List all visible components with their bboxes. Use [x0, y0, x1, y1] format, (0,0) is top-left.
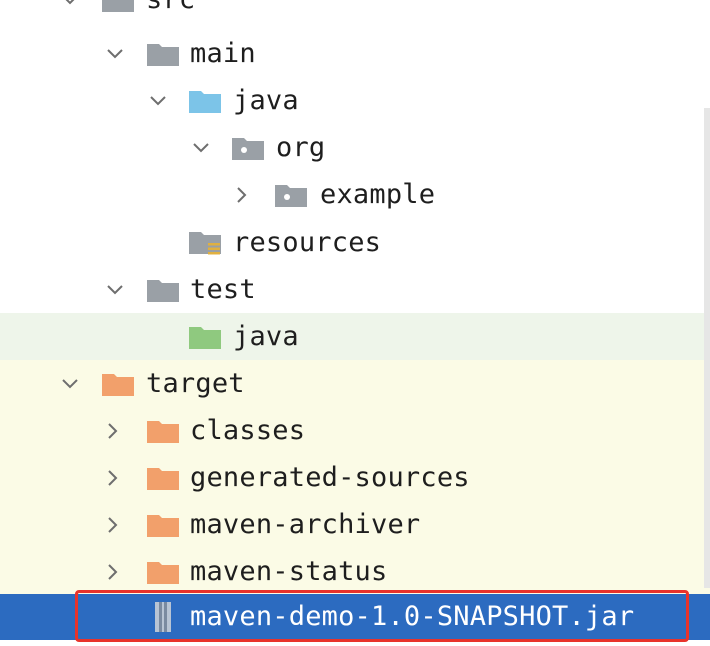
tree-row-main[interactable]: main — [0, 30, 710, 77]
tree-row-maven-status[interactable]: maven-status — [0, 548, 710, 595]
tree-row-label: resources — [233, 227, 382, 258]
tree-row-classes[interactable]: classes — [0, 407, 710, 454]
folder-icon — [145, 266, 181, 313]
tree-row-label: maven-status — [190, 556, 388, 587]
vertical-scrollbar[interactable] — [704, 108, 710, 588]
folder-icon — [100, 0, 136, 23]
package-icon — [273, 171, 309, 218]
jar-file-icon — [145, 594, 181, 640]
excluded-folder-icon — [145, 548, 181, 595]
chevron-right-icon[interactable] — [101, 454, 125, 501]
chevron-right-icon[interactable] — [230, 171, 254, 218]
tree-row-test[interactable]: test — [0, 266, 710, 313]
package-icon — [230, 124, 266, 171]
tree-row-target[interactable]: target — [0, 360, 710, 407]
tree-row-java-source[interactable]: java — [0, 77, 710, 124]
tree-row-label: test — [190, 274, 256, 305]
tree-row-example[interactable]: example — [0, 171, 710, 218]
test-folder-icon — [187, 313, 223, 360]
tree-row-label: example — [320, 179, 436, 210]
chevron-right-icon[interactable] — [101, 407, 125, 454]
resources-folder-icon — [187, 219, 223, 266]
project-tree: src main java org — [0, 0, 710, 646]
tree-row-label: org — [276, 132, 326, 163]
excluded-folder-icon — [145, 501, 181, 548]
tree-row-generated-sources[interactable]: generated-sources — [0, 454, 710, 501]
folder-icon — [145, 30, 181, 77]
excluded-folder-icon — [145, 407, 181, 454]
tree-row-label: classes — [190, 415, 306, 446]
chevron-down-icon[interactable] — [58, 360, 82, 407]
tree-row-jar[interactable]: maven-demo-1.0-SNAPSHOT.jar — [0, 594, 710, 640]
tree-row-label: java — [233, 85, 299, 116]
chevron-down-icon[interactable] — [103, 30, 127, 77]
tree-row-java-test[interactable]: java — [0, 313, 710, 360]
chevron-right-icon[interactable] — [101, 548, 125, 595]
tree-row-label: maven-archiver — [190, 509, 421, 540]
chevron-right-icon[interactable] — [101, 501, 125, 548]
tree-row-label: target — [146, 368, 245, 399]
tree-row-maven-archiver[interactable]: maven-archiver — [0, 501, 710, 548]
tree-row-label: maven-demo-1.0-SNAPSHOT.jar — [190, 601, 635, 632]
tree-row-label: generated-sources — [190, 462, 470, 493]
source-folder-icon — [187, 77, 223, 124]
chevron-down-icon[interactable] — [103, 266, 127, 313]
chevron-down-icon[interactable] — [189, 124, 213, 171]
excluded-folder-icon — [145, 454, 181, 501]
tree-row-label: java — [233, 321, 299, 352]
tree-row-resources[interactable]: resources — [0, 219, 710, 266]
excluded-folder-icon — [100, 360, 136, 407]
tree-row-org[interactable]: org — [0, 124, 710, 171]
chevron-down-icon[interactable] — [146, 77, 170, 124]
tree-row-label: src — [146, 0, 195, 23]
tree-row-src[interactable]: src — [0, 0, 710, 23]
tree-row-label: main — [190, 38, 256, 69]
chevron-down-icon[interactable] — [58, 0, 82, 23]
